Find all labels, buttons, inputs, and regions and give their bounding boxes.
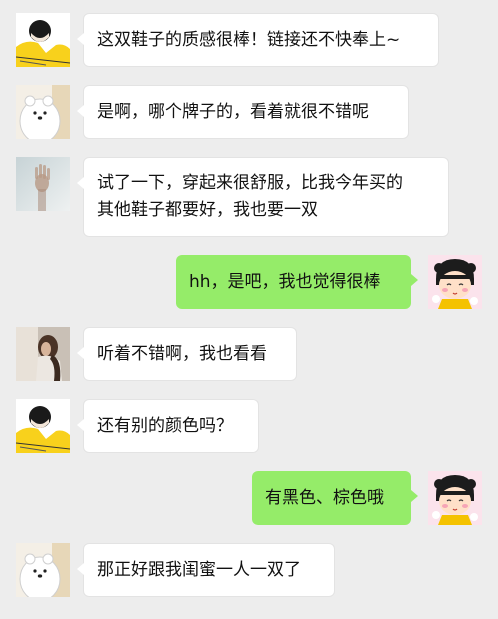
hand-on-glass-avatar[interactable] bbox=[16, 157, 70, 211]
message-bubble[interactable]: 那正好跟我闺蜜一人一双了 bbox=[77, 543, 335, 597]
message-text: hh，是吧，我也觉得很棒 bbox=[189, 271, 381, 292]
message-text: 那正好跟我闺蜜一人一双了 bbox=[97, 559, 301, 580]
yellow-girl-avatar[interactable] bbox=[16, 399, 70, 453]
white-bear-avatar[interactable] bbox=[16, 543, 70, 597]
message-text: 还有别的颜色吗？ bbox=[97, 415, 233, 436]
message-row: 试了一下，穿起来很舒服，比我今年买的 其他鞋子都要好，我也要一双 bbox=[0, 157, 498, 237]
white-bear-avatar[interactable] bbox=[16, 85, 70, 139]
message-bubble[interactable]: hh，是吧，我也觉得很棒 bbox=[176, 255, 418, 309]
message-bubble[interactable]: 还有别的颜色吗？ bbox=[77, 399, 259, 453]
message-row: 还有别的颜色吗？ bbox=[0, 399, 498, 453]
chat-message-list[interactable]: 这双鞋子的质感很棒！链接还不快奉上~ 是啊，哪个牌子的，看着就很不错呢 试了一下… bbox=[0, 0, 498, 619]
message-bubble[interactable]: 有黑色、棕色哦 bbox=[252, 471, 418, 525]
message-row: 是啊，哪个牌子的，看着就很不错呢 bbox=[0, 85, 498, 139]
message-text: 这双鞋子的质感很棒！链接还不快奉上~ bbox=[97, 29, 401, 50]
photo-girl-avatar[interactable] bbox=[16, 327, 70, 381]
yellow-girl-avatar[interactable] bbox=[16, 13, 70, 67]
message-text: 是啊，哪个牌子的，看着就很不错呢 bbox=[97, 101, 369, 122]
message-row: 那正好跟我闺蜜一人一双了 bbox=[0, 543, 498, 597]
cartoon-girl-avatar[interactable] bbox=[428, 255, 482, 309]
message-bubble[interactable]: 试了一下，穿起来很舒服，比我今年买的 其他鞋子都要好，我也要一双 bbox=[77, 157, 449, 237]
message-row: hh，是吧，我也觉得很棒 bbox=[0, 255, 498, 309]
message-bubble[interactable]: 听着不错啊，我也看看 bbox=[77, 327, 297, 381]
message-text: 有黑色、棕色哦 bbox=[265, 487, 384, 508]
message-bubble[interactable]: 是啊，哪个牌子的，看着就很不错呢 bbox=[77, 85, 409, 139]
message-row: 听着不错啊，我也看看 bbox=[0, 327, 498, 381]
message-row: 有黑色、棕色哦 bbox=[0, 471, 498, 525]
message-row: 这双鞋子的质感很棒！链接还不快奉上~ bbox=[0, 13, 498, 67]
message-bubble[interactable]: 这双鞋子的质感很棒！链接还不快奉上~ bbox=[77, 13, 439, 67]
message-text: 听着不错啊，我也看看 bbox=[97, 343, 267, 364]
message-text: 试了一下，穿起来很舒服，比我今年买的 其他鞋子都要好，我也要一双 bbox=[97, 173, 403, 220]
cartoon-girl-avatar[interactable] bbox=[428, 471, 482, 525]
